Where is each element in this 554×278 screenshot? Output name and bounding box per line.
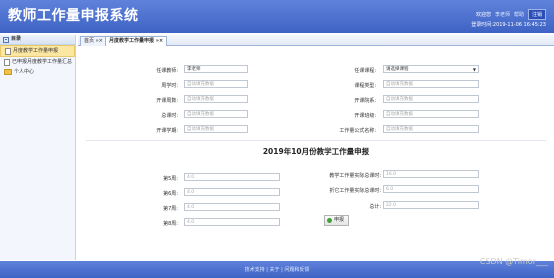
sidebar-item-label: 月度教学工作量申报: [13, 48, 59, 54]
weeks-label: 开课周数:: [156, 98, 178, 104]
user-link[interactable]: 李老师: [495, 11, 510, 18]
folder-icon: [4, 69, 12, 75]
converted-hours-label: 折它工作量实际总课时:: [329, 188, 381, 194]
tab-monthly-declare[interactable]: 月度教学工作量申报 »×: [105, 36, 168, 46]
sidebar-item-monthly-declare[interactable]: 月度教学工作量申报: [0, 45, 75, 57]
week-label: 第5周:: [163, 176, 178, 182]
footer: 技术支持 | 关于 | 问题和反馈: [0, 261, 554, 278]
tab-bar: 首页 »× 月度教学工作量申报 »×: [78, 35, 554, 46]
semester-field[interactable]: 自动填充数据: [184, 125, 248, 133]
section-divider: [86, 140, 546, 141]
user-bar: 欢迎您 李老师 帮助 注销: [472, 9, 546, 20]
course-type-label: 课程类型:: [354, 83, 376, 89]
app-title: 教师工作量申报系统: [8, 8, 139, 24]
tab-label: 月度教学工作量申报: [109, 38, 155, 44]
course-type-field[interactable]: 自动填充数据: [383, 80, 479, 88]
close-icon[interactable]: »×: [96, 38, 103, 44]
teacher-field[interactable]: 李老师: [184, 65, 248, 73]
formula-label: 工作量公式名称:: [339, 128, 376, 134]
welcome-text: 欢迎您: [475, 12, 491, 18]
week-field[interactable]: 4.0: [184, 188, 280, 196]
login-time: 登录时间:2019-11-06 16:45:23: [471, 22, 546, 28]
actual-hours-field: 16.0: [383, 170, 479, 178]
class-field[interactable]: 自动填充数据: [383, 110, 479, 118]
actual-hours-label: 教学工作量实际总课时:: [329, 173, 381, 179]
sidebar-header[interactable]: 目录: [0, 35, 75, 45]
course-label: 任课课程:: [354, 68, 376, 74]
document-icon: [5, 47, 11, 55]
tab-home[interactable]: 首页 »×: [80, 36, 107, 46]
week-field[interactable]: 4.0: [184, 173, 280, 181]
week-label: 第6周:: [163, 191, 178, 197]
dept-label: 开课院系:: [354, 98, 376, 104]
watermark: CSDN @Timor___: [479, 257, 548, 266]
submit-button[interactable]: 申报: [324, 215, 350, 226]
teacher-label: 任课教师:: [156, 68, 178, 74]
main-content: 任课教师: 李老师 任课课程: 请选择课程 ▼ 周学时: 自动填充数据 课程类型…: [78, 46, 554, 260]
tab-label: 首页: [84, 38, 95, 44]
weeks-field[interactable]: 自动填充数据: [184, 95, 248, 103]
sidebar-title: 目录: [11, 36, 22, 42]
dept-field[interactable]: 自动填充数据: [383, 95, 479, 103]
formula-field[interactable]: 自动填充数据: [383, 125, 479, 133]
total-hours-label: 总课时:: [161, 113, 178, 119]
close-icon[interactable]: »×: [156, 38, 163, 44]
total-label: 总计:: [369, 204, 381, 210]
weekly-hours-label: 周学时:: [161, 83, 178, 89]
collapse-icon[interactable]: [3, 36, 9, 43]
submit-icon: [327, 218, 332, 223]
class-label: 开课班级:: [354, 113, 376, 119]
course-select[interactable]: 请选择课程 ▼: [383, 65, 479, 73]
app-header: 教师工作量申报系统 欢迎您 李老师 帮助 注销 登录时间:2019-11-06 …: [0, 0, 554, 33]
chevron-down-icon[interactable]: ▼: [473, 66, 476, 74]
logout-button[interactable]: 注销: [527, 9, 546, 20]
sidebar-item-label: 个人中心: [14, 69, 35, 75]
weekly-hours-field[interactable]: 自动填充数据: [184, 80, 248, 88]
week-field[interactable]: 4.0: [184, 203, 280, 211]
submit-label: 申报: [334, 217, 345, 223]
week-label: 第8周:: [163, 221, 178, 227]
semester-label: 开课学期:: [156, 128, 178, 134]
course-select-value: 请选择课程: [386, 67, 409, 72]
help-link[interactable]: 帮助: [514, 11, 524, 18]
report-title: 2019年10月份教学工作量申报: [262, 147, 370, 156]
sidebar-item-personal-center[interactable]: 个人中心: [0, 67, 75, 77]
week-label: 第7周:: [163, 206, 178, 212]
total-field: 22.0: [383, 201, 479, 209]
week-field[interactable]: 4.0: [184, 218, 280, 226]
sidebar-item-label: 已申报月度教学工作量汇总: [12, 59, 73, 65]
sidebar: 目录 月度教学工作量申报 已申报月度教学工作量汇总 个人中心: [0, 35, 76, 260]
footer-links[interactable]: 技术支持 | 关于 | 问题和反馈: [0, 266, 554, 273]
document-icon: [4, 58, 10, 66]
total-hours-field[interactable]: 自动填充数据: [184, 110, 248, 118]
converted-hours-field: 6.0: [383, 185, 479, 193]
sidebar-item-summary[interactable]: 已申报月度教学工作量汇总: [0, 57, 75, 67]
